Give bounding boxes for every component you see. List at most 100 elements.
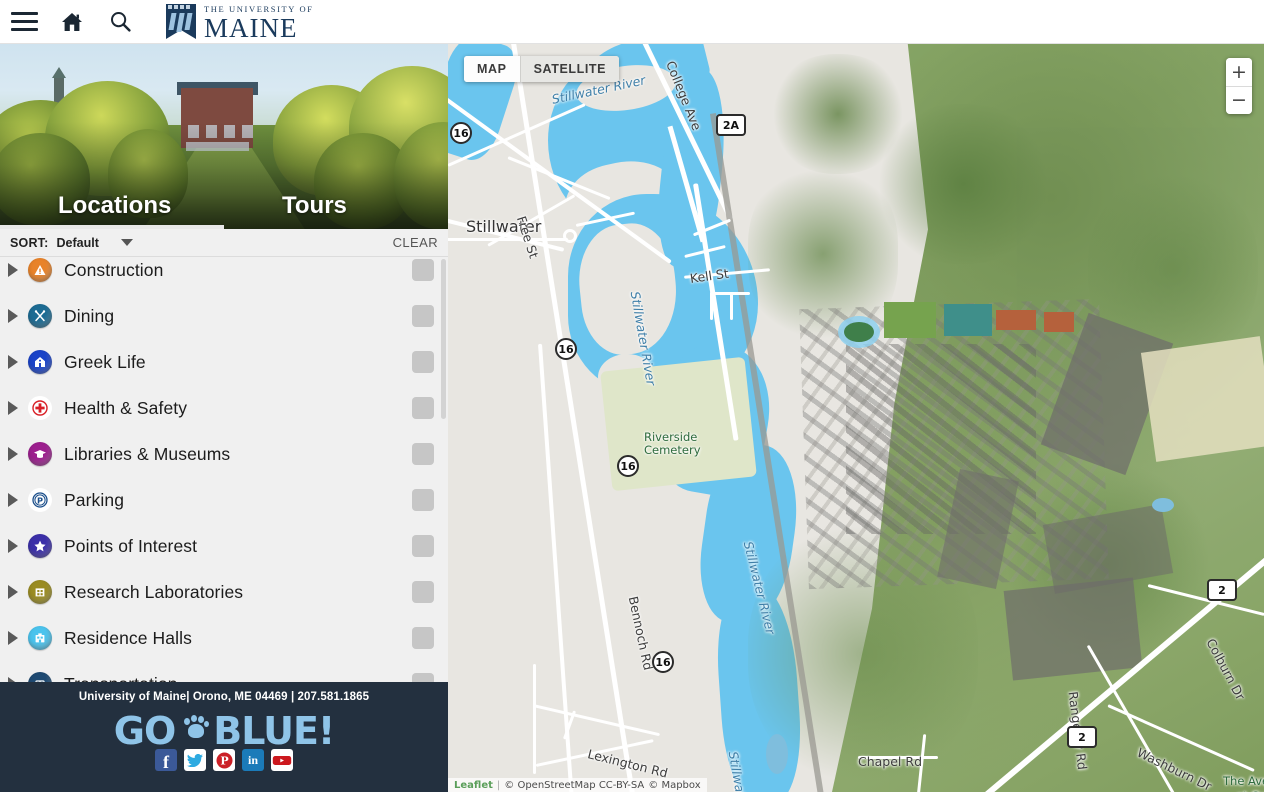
clear-button[interactable]: CLEAR: [393, 235, 438, 250]
category-row[interactable]: Research Laboratories: [0, 569, 448, 615]
map-label: Riverside: [644, 430, 698, 444]
attribution-separator: |: [496, 779, 501, 791]
category-checkbox[interactable]: [412, 397, 434, 419]
category-label: Residence Halls: [64, 627, 192, 648]
zoom-out-button[interactable]: −: [1226, 86, 1252, 114]
go-blue-slogan: GO BLUE!: [0, 709, 448, 753]
map-label: Chapel Rd: [858, 754, 923, 769]
category-row[interactable]: Transportation: [0, 661, 448, 684]
health-safety-icon: [28, 396, 52, 420]
expand-arrow-icon[interactable]: [8, 631, 18, 645]
linkedin-icon[interactable]: in: [242, 749, 264, 771]
greek-life-icon: [28, 350, 52, 374]
hamburger-menu-button[interactable]: [0, 0, 48, 44]
category-checkbox[interactable]: [412, 305, 434, 327]
map-attribution: Leaflet | © OpenStreetMap CC-BY-SA © Map…: [448, 778, 707, 792]
expand-arrow-icon[interactable]: [8, 493, 18, 507]
mapbox-attribution[interactable]: © Mapbox: [648, 780, 700, 791]
category-label: Parking: [64, 489, 125, 510]
category-label: Health & Safety: [64, 397, 188, 418]
map-viewport[interactable]: Stillwater River Stillwater River Stillwat…: [448, 44, 1264, 792]
category-row[interactable]: Health & Safety: [0, 385, 448, 431]
category-label: Libraries & Museums: [64, 443, 231, 464]
category-row[interactable]: Libraries & Museums: [0, 431, 448, 477]
tab-tours-label: Tours: [282, 192, 347, 219]
logo-title: MAINE: [204, 12, 298, 43]
map-label: Cemetery: [644, 443, 701, 457]
tab-tours[interactable]: Tours: [224, 183, 448, 229]
expand-arrow-icon[interactable]: [8, 309, 18, 323]
tab-locations[interactable]: Locations: [0, 183, 224, 229]
svg-text:P: P: [220, 754, 228, 767]
social-links: f Pin: [0, 749, 448, 771]
zoom-in-button[interactable]: +: [1226, 58, 1252, 86]
category-row[interactable]: Residence Halls: [0, 615, 448, 661]
route-shield-icon: 16: [555, 338, 577, 360]
category-checkbox[interactable]: [412, 581, 434, 603]
category-row[interactable]: P Parking: [0, 477, 448, 523]
parking-icon: P: [28, 488, 52, 512]
category-label: Points of Interest: [64, 535, 198, 556]
category-row[interactable]: Points of Interest: [0, 523, 448, 569]
sort-bar: SORT: Default CLEAR: [0, 229, 448, 257]
expand-arrow-icon[interactable]: [8, 355, 18, 369]
expand-arrow-icon[interactable]: [8, 401, 18, 415]
route-shield-icon: 2A: [716, 114, 746, 136]
category-list[interactable]: Construction Dining Greek Life Health & Saf…: [0, 257, 448, 684]
umaine-shield-icon: [166, 3, 196, 40]
route-shield-icon: 16: [450, 122, 472, 144]
facebook-icon[interactable]: f: [155, 749, 177, 771]
category-label: Greek Life: [64, 351, 146, 372]
expand-arrow-icon[interactable]: [8, 539, 18, 553]
home-button[interactable]: [48, 0, 96, 44]
zoom-controls: + −: [1226, 58, 1252, 114]
svg-text:P: P: [37, 495, 43, 505]
logo-subtitle: THE UNIVERSITY OF: [204, 3, 314, 14]
expand-arrow-icon[interactable]: [8, 447, 18, 461]
hero-tab-bar: Locations Tours: [0, 183, 448, 229]
leaflet-link[interactable]: Leaflet: [454, 780, 493, 791]
category-label: Dining: [64, 305, 115, 326]
sort-label: SORT:: [10, 235, 49, 250]
university-of-maine-logo[interactable]: THE UNIVERSITY OF MAINE: [166, 2, 314, 42]
category-checkbox[interactable]: [412, 489, 434, 511]
sidebar-footer: University of Maine| Orono, ME 04469 | 2…: [0, 682, 448, 792]
footer-contact: University of Maine| Orono, ME 04469 | 2…: [78, 691, 370, 703]
category-label: Research Laboratories: [64, 581, 244, 602]
sort-value[interactable]: Default: [57, 236, 99, 250]
search-button[interactable]: [96, 0, 144, 44]
map-type-toggle: MAP SATELLITE: [464, 56, 620, 82]
research-lab-icon: [28, 580, 52, 604]
home-icon: [61, 12, 83, 32]
bear-paw-icon: [179, 715, 210, 741]
category-row[interactable]: Dining: [0, 293, 448, 339]
map-tiles: Stillwater River Stillwater River Stillwat…: [448, 44, 1264, 792]
slogan-blue: BLUE!: [213, 709, 335, 753]
osm-attribution[interactable]: © OpenStreetMap CC-BY-SA: [504, 780, 644, 791]
category-checkbox[interactable]: [412, 259, 434, 281]
pinterest-icon[interactable]: P: [213, 749, 235, 771]
map-view-button[interactable]: MAP: [464, 56, 520, 82]
youtube-icon[interactable]: [271, 749, 293, 771]
chevron-down-icon[interactable]: [120, 239, 133, 246]
sidebar-scrollbar[interactable]: [441, 259, 446, 419]
expand-arrow-icon[interactable]: [8, 585, 18, 599]
hamburger-menu-icon: [10, 12, 38, 31]
twitter-icon[interactable]: [184, 749, 206, 771]
map-label: The Ave: [1223, 774, 1264, 788]
route-shield-icon: 2: [1067, 726, 1097, 748]
expand-arrow-icon[interactable]: [8, 263, 18, 277]
category-checkbox[interactable]: [412, 351, 434, 373]
route-shield-icon: 16: [652, 651, 674, 673]
search-icon: [110, 11, 131, 32]
category-row[interactable]: Construction: [0, 257, 448, 293]
satellite-view-button[interactable]: SATELLITE: [520, 56, 620, 82]
category-checkbox[interactable]: [412, 627, 434, 649]
category-checkbox[interactable]: [412, 443, 434, 465]
library-icon: [28, 442, 52, 466]
category-row[interactable]: Greek Life: [0, 339, 448, 385]
tab-locations-label: Locations: [58, 192, 172, 219]
left-sidebar: Locations Tours SORT: Default CLEAR Cons…: [0, 44, 448, 792]
category-checkbox[interactable]: [412, 535, 434, 557]
route-shield-icon: 2: [1207, 579, 1237, 601]
